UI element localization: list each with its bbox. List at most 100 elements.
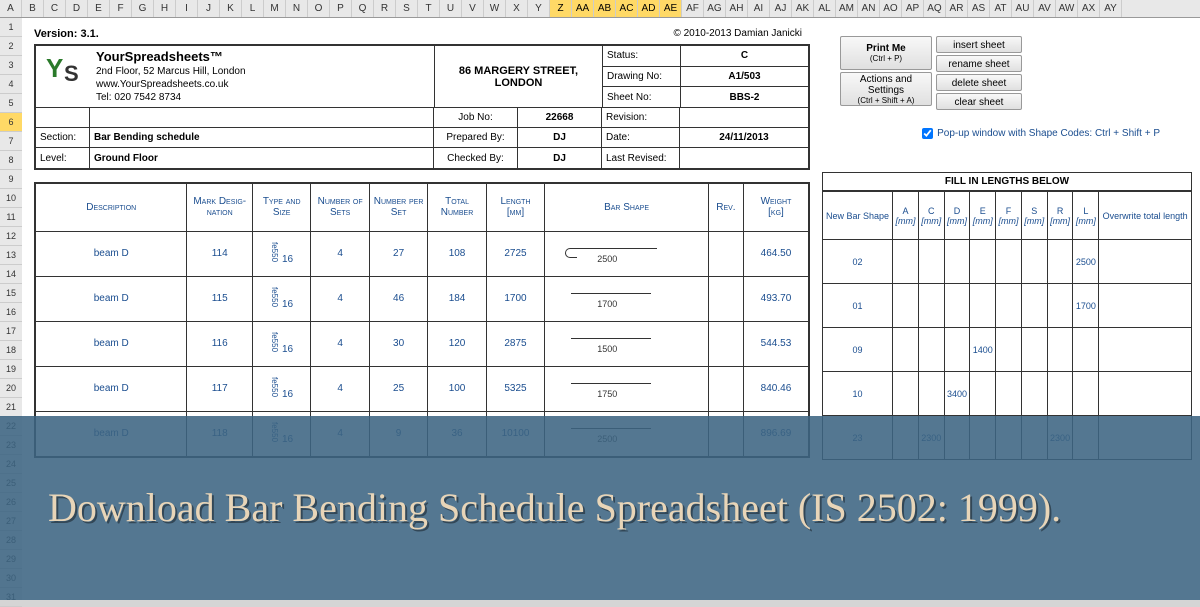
side-cell[interactable] bbox=[1073, 372, 1099, 416]
cell[interactable] bbox=[708, 276, 743, 321]
side-cell[interactable] bbox=[918, 240, 944, 284]
side-cell[interactable] bbox=[944, 240, 970, 284]
drawing-value[interactable]: A1/503 bbox=[681, 67, 808, 87]
cell[interactable]: fe550 16 bbox=[252, 231, 310, 276]
rename-sheet-button[interactable]: rename sheet bbox=[936, 55, 1022, 72]
side-cell[interactable] bbox=[996, 372, 1022, 416]
insert-sheet-button[interactable]: insert sheet bbox=[936, 36, 1022, 53]
side-cell[interactable] bbox=[918, 284, 944, 328]
side-cell[interactable]: 1700 bbox=[1073, 284, 1099, 328]
side-cell[interactable] bbox=[996, 284, 1022, 328]
side-cell[interactable] bbox=[1099, 240, 1192, 284]
cell[interactable]: 30 bbox=[369, 321, 427, 366]
side-cell[interactable] bbox=[1099, 372, 1192, 416]
cell[interactable]: fe550 16 bbox=[252, 276, 310, 321]
side-cell[interactable] bbox=[1047, 328, 1073, 372]
cell[interactable]: 2725 bbox=[486, 231, 544, 276]
date-value[interactable]: 24/11/2013 bbox=[680, 128, 808, 147]
side-cell[interactable] bbox=[1021, 372, 1047, 416]
side-cell[interactable]: 01 bbox=[823, 284, 893, 328]
sheet-value[interactable]: BBS-2 bbox=[681, 87, 808, 107]
lastrev-value[interactable] bbox=[680, 148, 808, 168]
side-cell[interactable] bbox=[996, 328, 1022, 372]
cell[interactable]: 2875 bbox=[486, 321, 544, 366]
column-headers[interactable]: ABCDEFGHIJKLMNOPQRSTUVWXYZAAABACADAEAFAG… bbox=[0, 0, 1200, 18]
prepared-value[interactable]: DJ bbox=[518, 128, 602, 147]
side-cell[interactable] bbox=[1073, 328, 1099, 372]
cell[interactable] bbox=[708, 231, 743, 276]
level-value[interactable]: Ground Floor bbox=[90, 148, 434, 168]
cell[interactable]: 116 bbox=[187, 321, 252, 366]
cell[interactable]: 5325 bbox=[486, 366, 544, 411]
cell[interactable]: 184 bbox=[428, 276, 486, 321]
revision-value[interactable] bbox=[680, 108, 808, 127]
cell[interactable] bbox=[708, 321, 743, 366]
side-cell[interactable] bbox=[970, 372, 996, 416]
side-cell[interactable] bbox=[1021, 240, 1047, 284]
cell[interactable]: 4 bbox=[311, 321, 369, 366]
side-row[interactable]: 02 2500 bbox=[823, 240, 1192, 284]
cell[interactable]: 1500 bbox=[545, 321, 709, 366]
cell[interactable]: 115 bbox=[187, 276, 252, 321]
cell[interactable] bbox=[708, 366, 743, 411]
cell[interactable]: beam D bbox=[35, 276, 187, 321]
checked-value[interactable]: DJ bbox=[518, 148, 602, 168]
side-cell[interactable] bbox=[893, 284, 919, 328]
side-cell[interactable] bbox=[893, 240, 919, 284]
table-row[interactable]: beam D114fe550 1642710827252500 464.50 bbox=[35, 231, 809, 276]
cell[interactable]: 1700 bbox=[486, 276, 544, 321]
side-cell[interactable]: 02 bbox=[823, 240, 893, 284]
table-row[interactable]: beam D117fe550 1642510053251750840.46 bbox=[35, 366, 809, 411]
section-value[interactable]: Bar Bending schedule bbox=[90, 128, 434, 147]
cell[interactable]: 493.70 bbox=[743, 276, 809, 321]
cell[interactable]: 27 bbox=[369, 231, 427, 276]
popup-checkbox[interactable] bbox=[922, 128, 933, 139]
cell[interactable]: 4 bbox=[311, 231, 369, 276]
cell[interactable]: 464.50 bbox=[743, 231, 809, 276]
table-row[interactable]: beam D116fe550 1643012028751500544.53 bbox=[35, 321, 809, 366]
side-cell[interactable] bbox=[996, 240, 1022, 284]
side-cell[interactable]: 10 bbox=[823, 372, 893, 416]
cell[interactable]: 120 bbox=[428, 321, 486, 366]
side-cell[interactable] bbox=[893, 328, 919, 372]
cell[interactable]: 100 bbox=[428, 366, 486, 411]
clear-sheet-button[interactable]: clear sheet bbox=[936, 93, 1022, 110]
cell[interactable]: 2500 bbox=[545, 231, 709, 276]
table-row[interactable]: beam D115fe550 1644618417001700493.70 bbox=[35, 276, 809, 321]
actions-button[interactable]: Actions and Settings(Ctrl + Shift + A) bbox=[840, 72, 932, 106]
side-cell[interactable] bbox=[1047, 240, 1073, 284]
side-cell[interactable]: 2500 bbox=[1073, 240, 1099, 284]
side-cell[interactable] bbox=[918, 372, 944, 416]
cell[interactable]: 544.53 bbox=[743, 321, 809, 366]
cell[interactable]: 1750 bbox=[545, 366, 709, 411]
job-value[interactable]: 22668 bbox=[518, 108, 602, 127]
side-cell[interactable] bbox=[1021, 284, 1047, 328]
side-cell[interactable] bbox=[893, 372, 919, 416]
delete-sheet-button[interactable]: delete sheet bbox=[936, 74, 1022, 91]
side-cell[interactable] bbox=[1099, 328, 1192, 372]
cell[interactable]: beam D bbox=[35, 366, 187, 411]
print-button[interactable]: Print Me(Ctrl + P) bbox=[840, 36, 932, 70]
cell[interactable]: 46 bbox=[369, 276, 427, 321]
side-cell[interactable] bbox=[918, 328, 944, 372]
side-row[interactable]: 10 3400 bbox=[823, 372, 1192, 416]
cell[interactable]: 4 bbox=[311, 276, 369, 321]
side-cell[interactable] bbox=[970, 284, 996, 328]
cell[interactable]: beam D bbox=[35, 321, 187, 366]
side-cell[interactable] bbox=[944, 328, 970, 372]
side-cell[interactable] bbox=[970, 240, 996, 284]
cell[interactable]: beam D bbox=[35, 231, 187, 276]
cell[interactable]: 25 bbox=[369, 366, 427, 411]
side-cell[interactable] bbox=[1047, 372, 1073, 416]
cell[interactable]: 114 bbox=[187, 231, 252, 276]
side-cell[interactable]: 3400 bbox=[944, 372, 970, 416]
cell[interactable]: 4 bbox=[311, 366, 369, 411]
side-cell[interactable] bbox=[1099, 284, 1192, 328]
side-row[interactable]: 01 1700 bbox=[823, 284, 1192, 328]
side-cell[interactable] bbox=[1021, 328, 1047, 372]
cell[interactable]: 108 bbox=[428, 231, 486, 276]
side-cell[interactable]: 09 bbox=[823, 328, 893, 372]
side-cell[interactable] bbox=[944, 284, 970, 328]
side-row[interactable]: 091400 bbox=[823, 328, 1192, 372]
cell[interactable]: 1700 bbox=[545, 276, 709, 321]
